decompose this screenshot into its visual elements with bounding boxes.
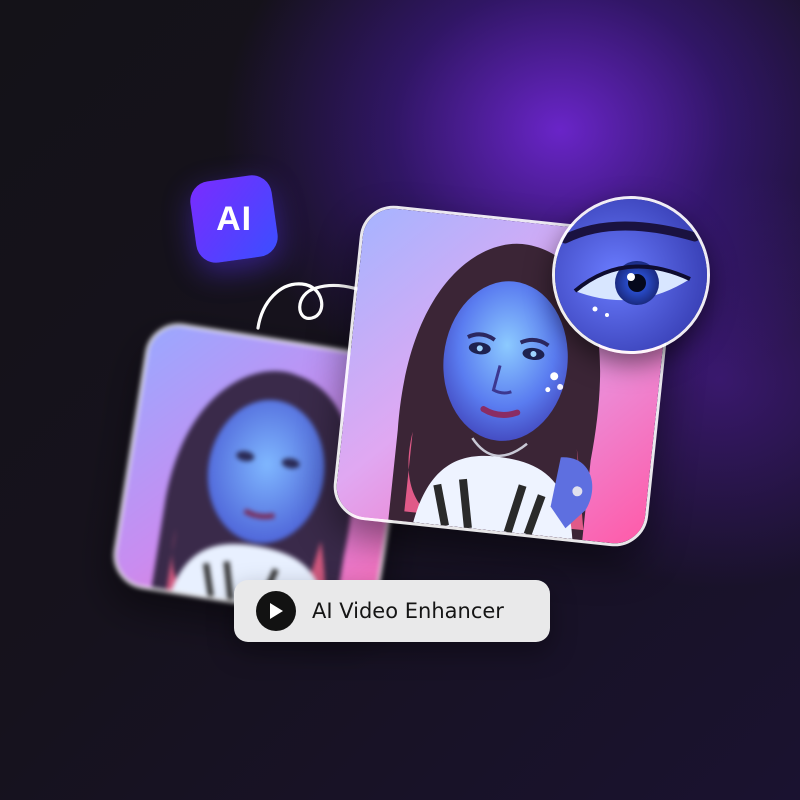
play-icon[interactable] [256, 591, 296, 631]
ai-badge-label: AI [216, 199, 252, 238]
ai-video-enhancer-button[interactable]: AI Video Enhancer [234, 580, 550, 642]
promo-canvas: AI AI Video Enhancer [0, 0, 800, 800]
eye-closeup-image [555, 199, 707, 351]
cta-label: AI Video Enhancer [312, 599, 504, 623]
ai-badge: AI [187, 172, 281, 266]
eye-zoom-circle [552, 196, 710, 354]
